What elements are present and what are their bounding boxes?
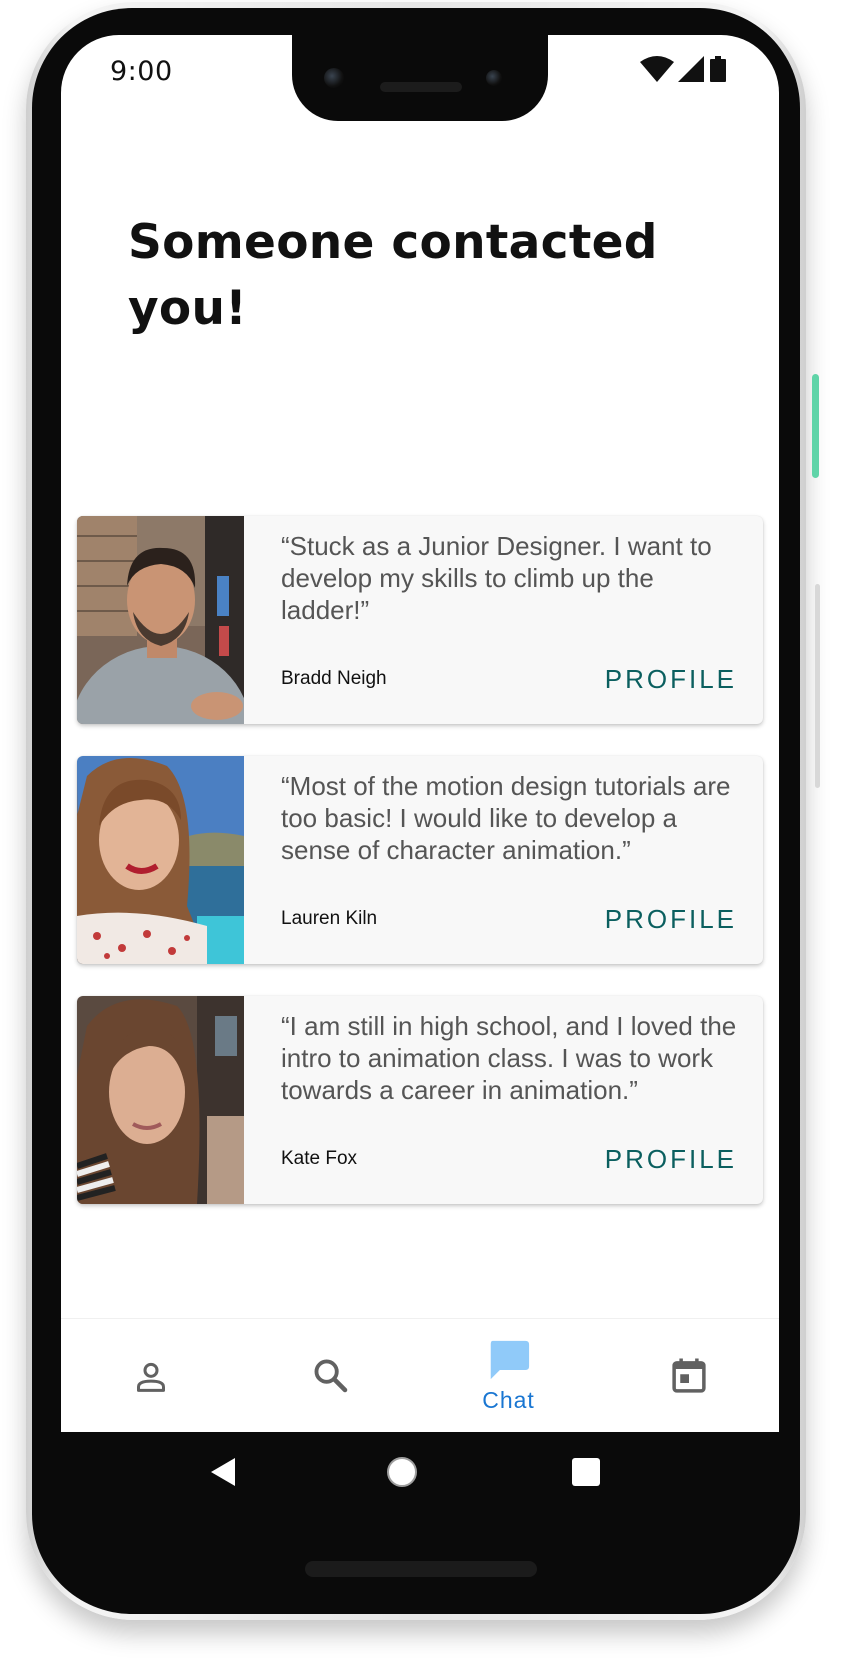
- card-name: Lauren Kiln: [281, 908, 378, 929]
- avatar-photo: [77, 996, 244, 1204]
- earpiece-speaker: [380, 82, 462, 92]
- profile-button[interactable]: PROFILE: [605, 664, 737, 695]
- card-name: Bradd Neigh: [281, 668, 387, 689]
- contact-card: “Most of the motion design tutorials are…: [77, 756, 763, 964]
- recents-icon[interactable]: [571, 1457, 601, 1487]
- nav-calendar[interactable]: [598, 1319, 777, 1432]
- profile-button[interactable]: PROFILE: [605, 904, 737, 935]
- profile-button[interactable]: PROFILE: [605, 1144, 737, 1175]
- sensor: [486, 70, 502, 86]
- home-icon[interactable]: [385, 1455, 419, 1489]
- card-name: Kate Fox: [281, 1148, 358, 1169]
- bottom-navigation: Chat: [61, 1318, 779, 1432]
- system-navigation: [61, 1431, 779, 1521]
- notch: [292, 35, 548, 121]
- chat-icon: [490, 1340, 530, 1380]
- nav-chat-label: Chat: [482, 1387, 535, 1413]
- nav-profile[interactable]: [61, 1319, 240, 1432]
- volume-button: [815, 584, 820, 788]
- status-time: 9:00: [110, 56, 173, 87]
- contact-card: “I am still in high school, and I loved …: [77, 996, 763, 1204]
- wifi-icon: [640, 56, 674, 86]
- nav-search[interactable]: [240, 1319, 419, 1432]
- card-quote: “Most of the motion design tutorials are…: [281, 771, 731, 865]
- cell-signal-icon: [678, 56, 704, 86]
- page-title: Someone contacted you!: [128, 215, 658, 336]
- home-indicator: [305, 1561, 537, 1577]
- card-quote: “Stuck as a Junior Designer. I want to d…: [281, 531, 712, 625]
- person-icon: [137, 1362, 165, 1392]
- card-quote: “I am still in high school, and I loved …: [281, 1011, 737, 1105]
- avatar-photo: [77, 516, 244, 724]
- power-button: [812, 374, 819, 478]
- nav-chat[interactable]: Chat: [419, 1319, 598, 1432]
- back-icon[interactable]: [207, 1455, 241, 1489]
- calendar-icon: [672, 1358, 706, 1393]
- battery-icon: [710, 56, 726, 86]
- search-icon: [314, 1359, 348, 1393]
- contact-card: “Stuck as a Junior Designer. I want to d…: [77, 516, 763, 724]
- front-camera: [324, 68, 344, 88]
- avatar-photo: [77, 756, 244, 964]
